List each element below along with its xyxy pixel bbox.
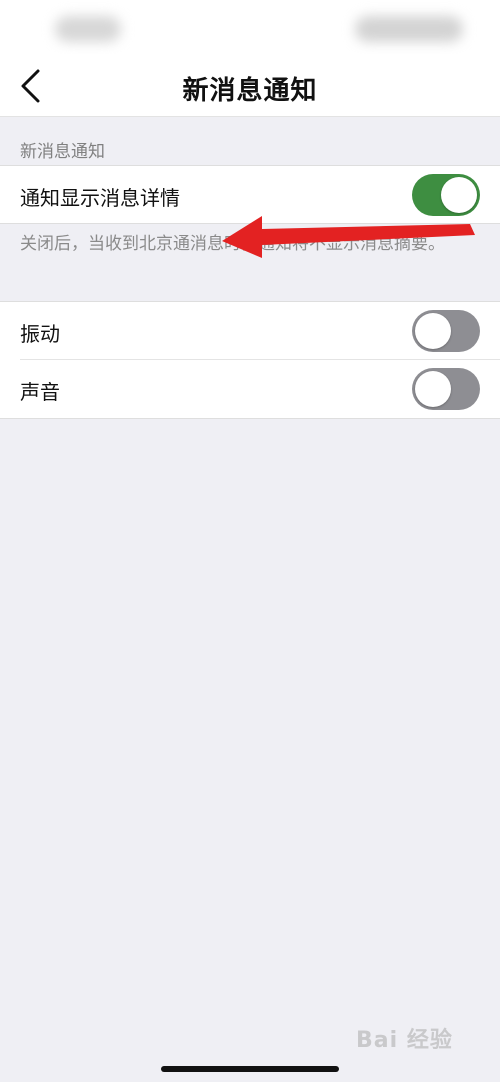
notification-detail-group: 通知显示消息详情 — [0, 165, 500, 224]
sound-vibration-group: 振动 声音 — [0, 301, 500, 419]
watermark: Bai 经验 — [356, 1028, 453, 1053]
sound-toggle[interactable] — [412, 368, 480, 410]
annotation-arrow-icon — [222, 216, 475, 258]
screen: 新消息通知 新消息通知 通知显示消息详情 关闭后，当收到北京通消息时，通知将不显… — [0, 0, 500, 1082]
settings-row-sound[interactable]: 声音 — [0, 360, 500, 418]
section-header: 新消息通知 — [20, 142, 105, 162]
status-time-blurred — [55, 16, 121, 42]
vibration-label: 振动 — [20, 322, 60, 346]
nav-bar: 新消息通知 — [0, 54, 500, 117]
status-bar — [0, 0, 500, 54]
notification-detail-label: 通知显示消息详情 — [20, 186, 180, 210]
vibration-toggle[interactable] — [412, 310, 480, 352]
toggle-knob — [415, 313, 451, 349]
settings-row-vibration[interactable]: 振动 — [0, 302, 500, 360]
toggle-knob — [415, 371, 451, 407]
notification-detail-toggle[interactable] — [412, 174, 480, 216]
sound-label: 声音 — [20, 380, 60, 404]
notification-detail-description: 关闭后，当收到北京通消息时，通知将不显示消息摘要。 — [20, 234, 445, 254]
home-indicator[interactable] — [161, 1066, 339, 1072]
notification-detail-row[interactable]: 通知显示消息详情 — [0, 166, 500, 224]
page-title: 新消息通知 — [182, 76, 318, 106]
status-icons-blurred — [355, 16, 463, 42]
toggle-knob — [441, 177, 477, 213]
